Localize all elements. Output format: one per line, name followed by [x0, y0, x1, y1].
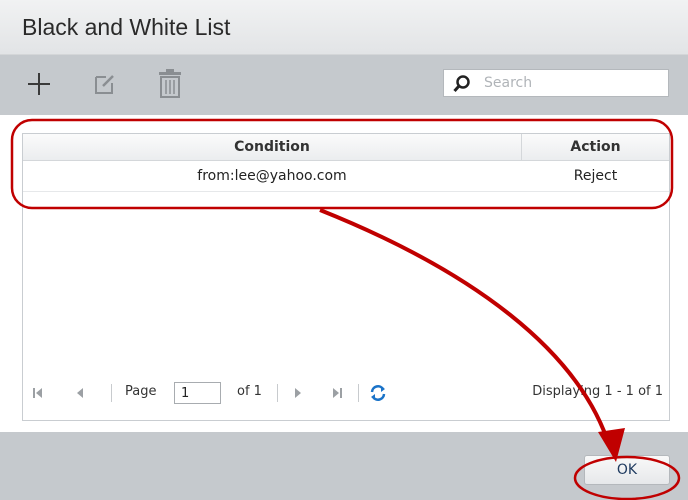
dialog-footer: OK	[0, 432, 688, 500]
plus-icon	[28, 73, 50, 95]
ok-button[interactable]: OK	[584, 455, 670, 485]
next-page-icon	[295, 388, 301, 398]
first-page-icon	[33, 388, 42, 398]
action-cell: Reject	[573, 168, 618, 184]
search-placeholder: Search	[484, 75, 533, 91]
next-page-button[interactable]	[291, 386, 305, 400]
refresh-icon	[370, 385, 386, 401]
search-icon	[453, 75, 470, 93]
trash-icon	[159, 69, 181, 98]
pager-separator	[358, 384, 359, 402]
toolbar: Search	[0, 55, 688, 115]
table-row[interactable]: from:lee@yahoo.com Reject	[23, 161, 669, 192]
add-button[interactable]	[22, 67, 56, 101]
prev-page-icon	[77, 388, 83, 398]
search-input[interactable]: Search	[443, 69, 669, 97]
condition-cell: from:lee@yahoo.com	[197, 168, 347, 184]
page-label: Page	[125, 384, 157, 399]
delete-button[interactable]	[153, 67, 187, 101]
dialog-title: Black and White List	[22, 14, 231, 40]
page-count-label: of 1	[237, 384, 262, 399]
column-header-condition[interactable]: Condition	[23, 134, 522, 160]
prev-page-button[interactable]	[73, 386, 87, 400]
rules-grid: Condition Action from:lee@yahoo.com Reje…	[22, 133, 670, 421]
pager-separator	[277, 384, 278, 402]
last-page-button[interactable]	[330, 386, 344, 400]
displaying-count-label: Displaying 1 - 1 of 1	[532, 384, 663, 399]
page-number-input[interactable]	[174, 382, 221, 404]
dialog-title-bar: Black and White List	[0, 0, 688, 55]
column-header-action[interactable]: Action	[522, 134, 669, 160]
grid-header: Condition Action	[23, 134, 669, 161]
refresh-button[interactable]	[369, 384, 387, 402]
edit-icon	[95, 75, 114, 94]
edit-button[interactable]	[88, 67, 122, 101]
pager-separator	[111, 384, 112, 402]
first-page-button[interactable]	[31, 386, 45, 400]
pagination-bar: Page of 1 Displaying 1 - 1 of 1	[23, 378, 669, 408]
last-page-icon	[333, 388, 342, 398]
